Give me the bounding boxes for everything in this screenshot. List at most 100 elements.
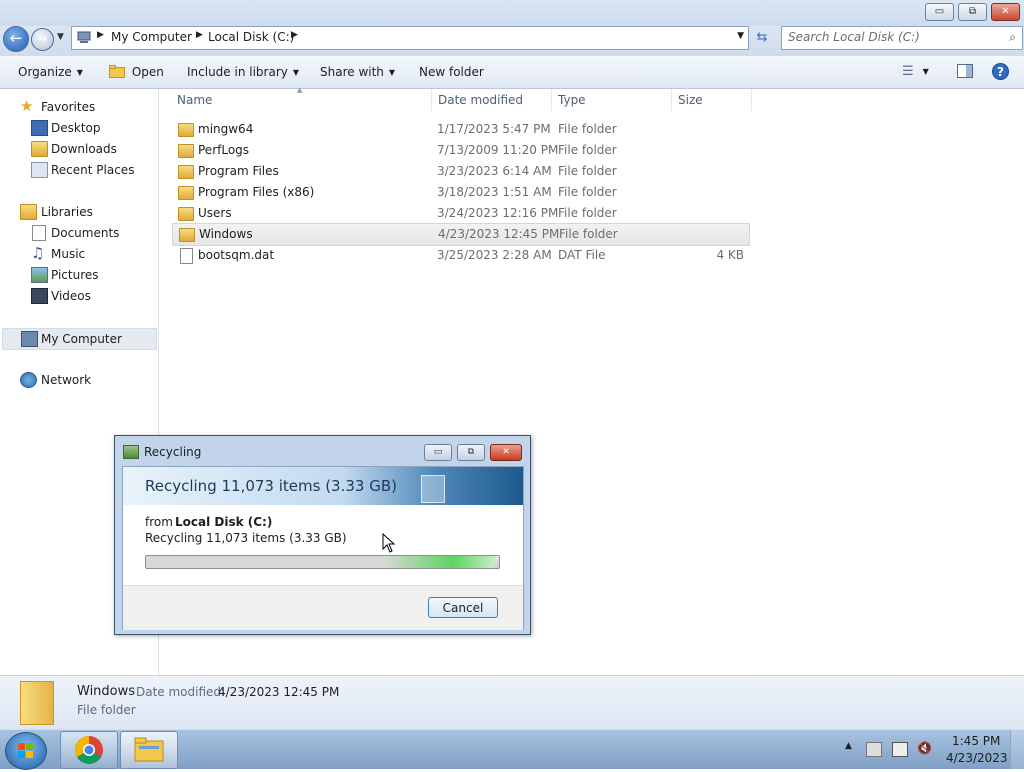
forward-button[interactable]: → <box>31 28 54 51</box>
column-header-size[interactable]: Size <box>678 93 703 107</box>
share-with-button[interactable]: Share with ▼ <box>320 65 395 79</box>
file-row[interactable]: mingw64 1/17/2023 5:47 PM File folder <box>172 119 748 140</box>
maximize-button[interactable]: ⧉ <box>958 3 987 21</box>
file-row[interactable]: bootsqm.dat 3/25/2023 2:28 AM DAT File 4… <box>172 245 748 266</box>
cancel-button[interactable]: Cancel <box>428 597 498 618</box>
clock-date[interactable]: 4/23/2023 <box>946 751 1008 765</box>
nav-pictures[interactable]: Pictures <box>0 265 157 285</box>
column-divider[interactable] <box>751 89 752 111</box>
search-icon[interactable]: ⌕ <box>1009 30 1016 45</box>
nav-favorites[interactable]: ★ Favorites <box>0 97 157 117</box>
breadcrumb-local-disk[interactable]: Local Disk (C:) <box>208 30 294 44</box>
svg-text:?: ? <box>997 65 1004 79</box>
taskbar: ▲ 🔇 1:45 PM 4/23/2023 <box>0 729 1024 770</box>
chevron-down-icon: ▼ <box>292 68 300 77</box>
nav-documents-label: Documents <box>51 226 120 240</box>
column-header-date-modified[interactable]: Date modified <box>438 93 523 107</box>
file-name: PerfLogs <box>198 143 250 157</box>
file-row[interactable]: Program Files 3/23/2023 6:14 AM File fol… <box>172 161 748 182</box>
chrome-icon <box>75 736 103 764</box>
column-divider[interactable] <box>551 89 552 111</box>
open-folder-icon <box>109 65 125 78</box>
file-name: bootsqm.dat <box>198 248 275 262</box>
dialog-banner: Recycling 11,073 items (3.33 GB) <box>123 467 523 505</box>
action-center-icon[interactable] <box>866 742 882 757</box>
back-button[interactable]: ← <box>3 26 29 52</box>
recycle-bin-icon <box>421 475 445 503</box>
details-date-label: Date modified: <box>136 685 226 699</box>
breadcrumb-separator-icon: ▶ <box>97 30 104 40</box>
nav-network[interactable]: Network <box>0 370 157 390</box>
start-button[interactable] <box>5 732 47 770</box>
file-row-selected[interactable]: Windows 4/23/2023 12:45 PM File folder <box>172 223 750 246</box>
nav-videos[interactable]: Videos <box>0 286 157 306</box>
file-name: Windows <box>199 227 253 241</box>
organize-label: Organize <box>18 65 72 79</box>
nav-recent-places[interactable]: Recent Places <box>0 160 157 180</box>
file-type: DAT File <box>558 248 606 262</box>
recycle-icon <box>123 445 139 459</box>
recent-places-icon <box>31 162 48 178</box>
dialog-title: Recycling <box>144 445 202 459</box>
include-in-library-button[interactable]: Include in library ▼ <box>187 65 299 79</box>
address-bar[interactable]: ▶ My Computer ▶ Local Disk (C:) ▶ ▼ <box>71 26 749 50</box>
column-divider[interactable] <box>431 89 432 111</box>
search-input[interactable] <box>788 29 993 45</box>
nav-desktop[interactable]: Desktop <box>0 118 157 138</box>
preview-pane-button[interactable] <box>957 64 973 81</box>
nav-libraries-label: Libraries <box>41 205 93 219</box>
network-status-icon[interactable] <box>892 742 908 757</box>
show-desktop-button[interactable] <box>1010 730 1024 769</box>
file-type: File folder <box>558 143 617 157</box>
dialog-minimize-button[interactable]: ▭ <box>424 444 452 461</box>
clock-time[interactable]: 1:45 PM <box>952 734 1000 748</box>
file-date: 3/23/2023 6:14 AM <box>437 164 552 178</box>
share-with-label: Share with <box>320 65 384 79</box>
file-type: File folder <box>558 122 617 136</box>
nav-libraries[interactable]: Libraries <box>0 202 157 222</box>
column-divider[interactable] <box>671 89 672 111</box>
close-button[interactable]: ✕ <box>991 3 1020 21</box>
view-list-icon: ☰ <box>902 64 914 79</box>
dialog-close-button[interactable]: ✕ <box>490 444 522 461</box>
column-header-type[interactable]: Type <box>558 93 586 107</box>
arrow-left-icon: ← <box>9 29 23 47</box>
change-view-button[interactable]: ☰ ▼ <box>902 64 929 79</box>
chevron-down-icon: ▼ <box>76 68 83 77</box>
file-date: 1/17/2023 5:47 PM <box>437 122 551 136</box>
folder-icon <box>178 165 194 179</box>
recent-pages-dropdown[interactable]: ▼ <box>57 32 64 42</box>
minimize-button[interactable]: ▭ <box>925 3 954 21</box>
nav-music[interactable]: ♫ Music <box>0 244 157 264</box>
column-header-name[interactable]: Name <box>177 93 212 107</box>
file-date: 7/13/2009 11:20 PM <box>437 143 559 157</box>
refresh-button[interactable]: ⇆ <box>752 28 772 48</box>
file-row[interactable]: Program Files (x86) 3/18/2023 1:51 AM Fi… <box>172 182 748 203</box>
breadcrumb-my-computer[interactable]: My Computer <box>111 30 192 44</box>
open-button[interactable]: Open <box>109 65 164 79</box>
file-type: File folder <box>558 185 617 199</box>
file-row[interactable]: Users 3/24/2023 12:16 PM File folder <box>172 203 748 224</box>
file-size: 4 KB <box>716 248 744 262</box>
dialog-content: Recycling 11,073 items (3.33 GB) from Lo… <box>122 466 524 630</box>
window-title-bar: ▭ ⧉ ✕ <box>0 0 1024 26</box>
new-folder-button[interactable]: New folder <box>419 65 484 79</box>
include-in-library-label: Include in library <box>187 65 288 79</box>
nav-downloads[interactable]: Downloads <box>0 139 157 159</box>
taskbar-chrome[interactable] <box>60 731 118 769</box>
open-label: Open <box>131 65 164 79</box>
nav-documents[interactable]: Documents <box>0 223 157 243</box>
file-name: Users <box>198 206 232 220</box>
file-row[interactable]: PerfLogs 7/13/2009 11:20 PM File folder <box>172 140 748 161</box>
organize-button[interactable]: Organize ▼ <box>18 65 83 79</box>
file-name: Program Files (x86) <box>198 185 315 199</box>
address-history-dropdown[interactable]: ▼ <box>737 31 744 41</box>
nav-my-computer[interactable]: My Computer <box>2 328 157 350</box>
volume-muted-icon[interactable]: 🔇 <box>917 742 932 755</box>
file-icon <box>180 248 193 264</box>
show-hidden-icons-button[interactable]: ▲ <box>845 741 852 751</box>
breadcrumb-separator-icon: ▶ <box>291 30 298 40</box>
help-button[interactable]: ? <box>992 63 1009 83</box>
dialog-maximize-button[interactable]: ⧉ <box>457 444 485 461</box>
taskbar-explorer[interactable] <box>120 731 178 769</box>
